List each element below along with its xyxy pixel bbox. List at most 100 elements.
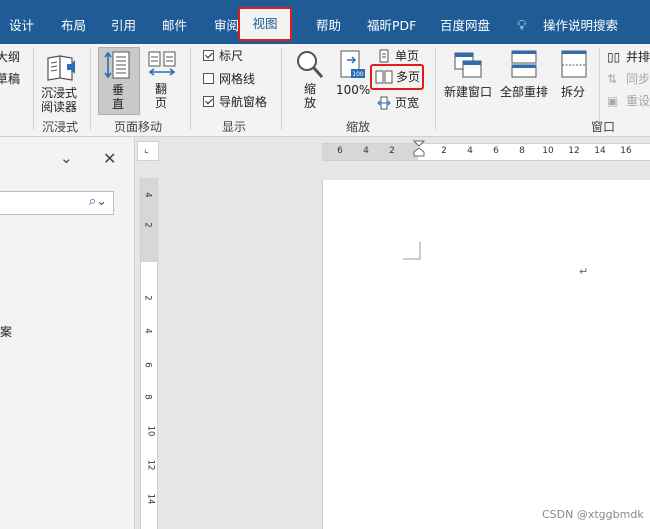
ruler-tick-label: 10 [542,146,554,156]
split-button[interactable]: 拆分 [556,47,592,115]
group-separator [190,48,191,130]
tab-view-label: 视图 [252,16,278,31]
group-label-show: 显示 [222,120,247,134]
tab-design[interactable]: 设计 [9,15,34,37]
ruler-tick-label: 4 [142,192,153,198]
magnifier-icon [297,51,324,79]
group-separator [435,48,436,130]
tab-references[interactable]: 引用 [111,15,136,37]
vertical-pages-icon [104,51,130,79]
ruler-tick-label: 14 [594,146,606,156]
one-page-button[interactable]: 单页 [377,48,423,64]
split-icon [561,50,587,78]
ruler-label: 标尺 [219,49,244,63]
one-page-icon [379,49,389,63]
gridlines-checkbox[interactable] [203,73,214,84]
chevron-down-icon[interactable]: ⌄ [60,149,73,167]
corner-mark [403,242,421,260]
immersive-reader-label: 沉浸式 阅读器 [41,86,78,114]
reset-position-icon: ▣ [607,94,619,108]
ruler-tick-label: 8 [142,394,153,400]
multiple-pages-button[interactable]: 多页 [370,64,424,90]
ruler-tick-label: 4 [142,328,153,334]
page-width-button[interactable]: 页宽 [377,95,423,111]
side-by-side-button[interactable]: 翻 页 [144,47,180,115]
page-width-label: 页宽 [395,96,420,110]
split-label: 拆分 [561,85,586,99]
tab-help[interactable]: 帮助 [316,15,341,37]
side-to-side-icon [148,51,176,76]
tab-layout[interactable]: 布局 [61,15,86,37]
draft-view-button[interactable]: 草稿 [0,72,20,86]
sync-scroll-label: 同步 [626,72,650,86]
tab-baidu-netdisk[interactable]: 百度网盘 [440,15,490,37]
arrange-all-icon [511,50,537,78]
group-label-immersive: 沉浸式 [42,120,79,134]
group-separator [281,48,282,130]
zoom-100-label: 100% [336,83,371,97]
ruler-tick-label: 2 [389,146,395,156]
paragraph-mark-icon: ↵ [579,265,589,278]
nav-pane-label: 导航窗格 [219,95,268,109]
group-separator [90,48,91,130]
tab-foxit-pdf[interactable]: 福昕PDF [367,15,416,37]
view-side-by-side-label[interactable]: 并排 [626,50,650,64]
group-separator [33,48,34,130]
group-label-page-movement: 页面移动 [114,120,163,134]
ruler-tick-label: 8 [519,146,525,156]
one-page-label: 单页 [395,49,420,63]
tab-stop-icon: ⌞ [144,144,149,155]
group-label-window: 窗口 [591,120,616,134]
close-icon[interactable]: ✕ [103,149,116,168]
zoom-label: 缩 放 [304,82,317,110]
ruler-tick-label: 2 [441,146,447,156]
reset-position-label: 重设 [626,94,650,108]
ruler-tick-label: 16 [620,146,632,156]
watermark: CSDN @xtggbmdk [542,508,644,521]
vertical-button[interactable]: 垂 直 [98,47,140,115]
tab-view[interactable]: 视图 [238,7,292,41]
zoom-button[interactable]: 缩 放 [293,47,329,115]
ruler-tick-label: 4 [363,146,369,156]
ruler-checkbox[interactable] [203,50,214,61]
side-by-side-view-icon[interactable]: ▯▯ [607,50,620,64]
immersive-reader-button[interactable]: 沉浸式 阅读器 [40,48,84,114]
tell-me-search[interactable]: 操作说明搜索 [543,15,618,37]
ruler-tick-label: 12 [568,146,580,156]
ruler-tick-label: 2 [142,295,153,301]
indent-marker-icon[interactable] [413,140,425,158]
vertical-label: 垂 直 [112,83,125,111]
ruler-tick-label: 4 [467,146,473,156]
vertical-ruler[interactable]: 4 2 2 4 6 8 10 12 14 [140,178,158,529]
zoom-100-icon: 100 [340,50,365,78]
new-window-icon [454,52,482,78]
svg-text:100: 100 [352,71,364,78]
arrange-all-label: 全部重排 [500,85,549,99]
nav-result-fragment: 案 [0,325,13,339]
ruler-tick-label: 6 [337,146,343,156]
tab-review[interactable]: 审阅 [214,15,239,37]
gridlines-label: 网格线 [219,72,256,86]
ruler-tick-label: 10 [145,425,156,437]
group-label-zoom: 缩放 [346,120,371,134]
lightbulb-icon[interactable]: 💡︎ [517,15,527,37]
ruler-tick-label: 14 [145,493,156,505]
horizontal-ruler[interactable]: 6 4 2 2 4 6 8 10 12 14 16 [322,140,650,161]
outline-view-button[interactable]: 大纲 [0,50,20,64]
nav-pane-checkbox[interactable] [203,96,214,107]
ribbon-tab-bar: 设计 布局 引用 邮件 审阅 视图 帮助 福昕PDF 百度网盘 💡︎ 操作说明搜… [0,0,650,44]
arrange-all-button[interactable]: 全部重排 [498,47,550,115]
tab-selector[interactable]: ⌞ [137,141,159,161]
new-window-label: 新建窗口 [444,85,493,99]
search-icon[interactable]: ⌕⌄ [89,194,107,209]
navigation-pane: ⌄ ✕ ⌕⌄ 案 [0,137,135,529]
immersive-reader-icon [47,55,75,81]
multiple-pages-label: 多页 [396,70,421,84]
zoom-100-button[interactable]: 100 100% [334,47,370,99]
new-window-button[interactable]: 新建窗口 [442,47,494,115]
document-page[interactable]: ↵ [322,180,650,529]
tab-mailings[interactable]: 邮件 [162,15,187,37]
nav-search-input[interactable]: ⌕⌄ [0,191,114,215]
ruler-margin-area [141,178,157,262]
sync-scroll-icon: ⇅ [607,72,618,86]
